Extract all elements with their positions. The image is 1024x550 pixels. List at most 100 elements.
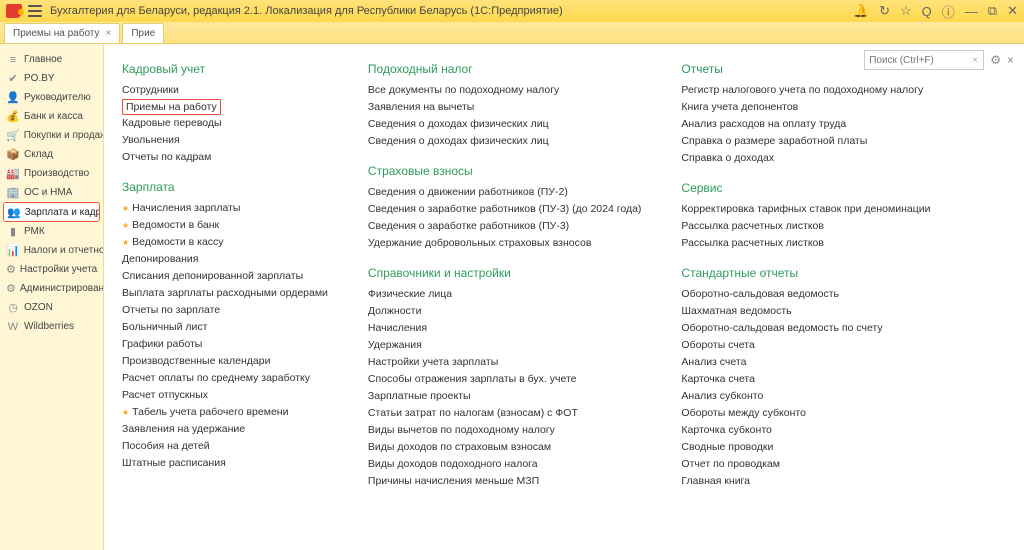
history-icon[interactable]: ↻ <box>879 3 890 19</box>
menu-link[interactable]: Анализ субконто <box>681 388 930 405</box>
menu-link[interactable]: Приемы на работу <box>122 99 221 115</box>
sidebar-item[interactable]: ✔PO.BY <box>0 69 103 88</box>
sidebar-item[interactable]: ⚙Администрирование <box>0 279 103 298</box>
section: Подоходный налогВсе документы по подоход… <box>368 62 642 150</box>
menu-link[interactable]: Ведомости в банк <box>122 217 328 234</box>
menu-link[interactable]: Все документы по подоходному налогу <box>368 82 642 99</box>
menu-link[interactable]: Расчет оплаты по среднему заработку <box>122 370 328 387</box>
menu-link[interactable]: Оборотно-сальдовая ведомость по счету <box>681 320 930 337</box>
menu-link[interactable]: Рассылка расчетных листков <box>681 235 930 252</box>
menu-link[interactable]: Книга учета депонентов <box>681 99 930 116</box>
menu-link[interactable]: Сотрудники <box>122 82 328 99</box>
menu-link[interactable]: Отчеты по зарплате <box>122 302 328 319</box>
menu-link[interactable]: Графики работы <box>122 336 328 353</box>
sidebar-item[interactable]: 💰Банк и касса <box>0 107 103 126</box>
sidebar-item[interactable]: 👥Зарплата и кадры <box>3 202 100 222</box>
menu-link[interactable]: Анализ счета <box>681 354 930 371</box>
menu-link[interactable]: Карточка счета <box>681 371 930 388</box>
menu-link[interactable]: Статьи затрат по налогам (взносам) с ФОТ <box>368 405 642 422</box>
menu-link[interactable]: Карточка субконто <box>681 422 930 439</box>
sidebar-item[interactable]: 📊Налоги и отчетность <box>0 241 103 260</box>
sidebar-item[interactable]: ⚙Настройки учета <box>0 260 103 279</box>
columns: Кадровый учетСотрудникиПриемы на работуК… <box>122 62 1024 504</box>
close-window-icon[interactable]: ✕ <box>1007 3 1018 19</box>
menu-link[interactable]: Табель учета рабочего времени <box>122 404 328 421</box>
menu-link[interactable]: Причины начисления меньше МЗП <box>368 473 642 490</box>
sidebar-item[interactable]: 🏭Производство <box>0 164 103 183</box>
menu-link[interactable]: Отчеты по кадрам <box>122 149 328 166</box>
restore-icon[interactable]: ⧉ <box>988 3 997 19</box>
menu-link[interactable]: Должности <box>368 303 642 320</box>
menu-link[interactable]: Справка о доходах <box>681 150 930 167</box>
menu-link[interactable]: Виды вычетов по подоходному налогу <box>368 422 642 439</box>
menu-link[interactable]: Обороты между субконто <box>681 405 930 422</box>
menu-link[interactable]: Зарплатные проекты <box>368 388 642 405</box>
menu-link[interactable]: Справка о размере заработной платы <box>681 133 930 150</box>
menu-link[interactable]: Штатные расписания <box>122 455 328 472</box>
search-input[interactable] <box>864 50 984 70</box>
clear-search-icon[interactable]: × <box>972 55 978 66</box>
tab[interactable]: Приемы на работу × <box>4 23 120 43</box>
menu-link[interactable]: Сведения о доходах физических лиц <box>368 133 642 150</box>
settings-icon[interactable]: ⚙ <box>990 53 1001 67</box>
tab[interactable]: Прие <box>122 23 164 43</box>
menu-link[interactable]: Производственные календари <box>122 353 328 370</box>
menu-link[interactable]: Шахматная ведомость <box>681 303 930 320</box>
close-tab-icon[interactable]: × <box>105 28 111 39</box>
menu-link[interactable]: Виды доходов подоходного налога <box>368 456 642 473</box>
menu-link[interactable]: Пособия на детей <box>122 438 328 455</box>
menu-icon[interactable] <box>28 5 42 17</box>
menu-link[interactable]: Больничный лист <box>122 319 328 336</box>
sidebar-item[interactable]: ▮РМК <box>0 222 103 241</box>
menu-link[interactable]: Настройки учета зарплаты <box>368 354 642 371</box>
menu-link[interactable]: Сведения о заработке работников (ПУ-3) (… <box>368 201 642 218</box>
menu-link[interactable]: Увольнения <box>122 132 328 149</box>
sidebar-item[interactable]: 📦Склад <box>0 145 103 164</box>
bell-icon[interactable]: 🔔 <box>853 3 869 19</box>
info-icon[interactable]: ⓘ <box>942 2 955 21</box>
menu-link[interactable]: Начисления <box>368 320 642 337</box>
menu-link[interactable]: Способы отражения зарплаты в бух. учете <box>368 371 642 388</box>
menu-link[interactable]: Депонирования <box>122 251 328 268</box>
menu-link[interactable]: Сводные проводки <box>681 439 930 456</box>
menu-link[interactable]: Сведения о движении работников (ПУ-2) <box>368 184 642 201</box>
menu-link[interactable]: Отчет по проводкам <box>681 456 930 473</box>
menu-link[interactable]: Удержания <box>368 337 642 354</box>
menu-link[interactable]: Оборотно-сальдовая ведомость <box>681 286 930 303</box>
menu-link[interactable]: Анализ расходов на оплату труда <box>681 116 930 133</box>
sidebar-item[interactable]: ◷OZON <box>0 298 103 317</box>
sidebar-item[interactable]: 🛒Покупки и продажи <box>0 126 103 145</box>
sidebar-item[interactable]: WWildberries <box>0 317 103 336</box>
menu-link[interactable]: Начисления зарплаты <box>122 200 328 217</box>
menu-link[interactable]: Корректировка тарифных ставок при деноми… <box>681 201 930 218</box>
sidebar-item-label: Главное <box>24 54 62 65</box>
column: Кадровый учетСотрудникиПриемы на работуК… <box>122 62 328 504</box>
menu-link[interactable]: Списания депонированной зарплаты <box>122 268 328 285</box>
search-q-icon[interactable]: Q <box>922 4 932 19</box>
menu-link[interactable]: Рассылка расчетных листков <box>681 218 930 235</box>
menu-link[interactable]: Физические лица <box>368 286 642 303</box>
sidebar-item-label: Администрирование <box>20 283 103 294</box>
sidebar-item[interactable]: 👤Руководителю <box>0 88 103 107</box>
menu-link[interactable]: Заявления на удержание <box>122 421 328 438</box>
menu-link[interactable]: Удержание добровольных страховых взносов <box>368 235 642 252</box>
menu-link[interactable]: Обороты счета <box>681 337 930 354</box>
menu-link[interactable]: Регистр налогового учета по подоходному … <box>681 82 930 99</box>
menu-link[interactable]: Ведомости в кассу <box>122 234 328 251</box>
sidebar-item-label: Налоги и отчетность <box>24 245 103 256</box>
sidebar-item[interactable]: 🏢ОС и НМА <box>0 183 103 202</box>
menu-link[interactable]: Расчет отпускных <box>122 387 328 404</box>
menu-link[interactable]: Сведения о заработке работников (ПУ-3) <box>368 218 642 235</box>
menu-link[interactable]: Заявления на вычеты <box>368 99 642 116</box>
close-panel-icon[interactable]: × <box>1007 53 1014 67</box>
menu-link[interactable]: Виды доходов по страховым взносам <box>368 439 642 456</box>
minimize-icon[interactable]: — <box>965 4 978 19</box>
star-icon[interactable]: ☆ <box>900 3 912 19</box>
section: Справочники и настройкиФизические лицаДо… <box>368 266 642 490</box>
menu-link[interactable]: Выплата зарплаты расходными ордерами <box>122 285 328 302</box>
menu-link[interactable]: Сведения о доходах физических лиц <box>368 116 642 133</box>
menu-link[interactable]: Главная книга <box>681 473 930 490</box>
sidebar-item[interactable]: ≡Главное <box>0 50 103 69</box>
menu-link[interactable]: Кадровые переводы <box>122 115 328 132</box>
sidebar: ≡Главное✔PO.BY👤Руководителю💰Банк и касса… <box>0 44 104 550</box>
